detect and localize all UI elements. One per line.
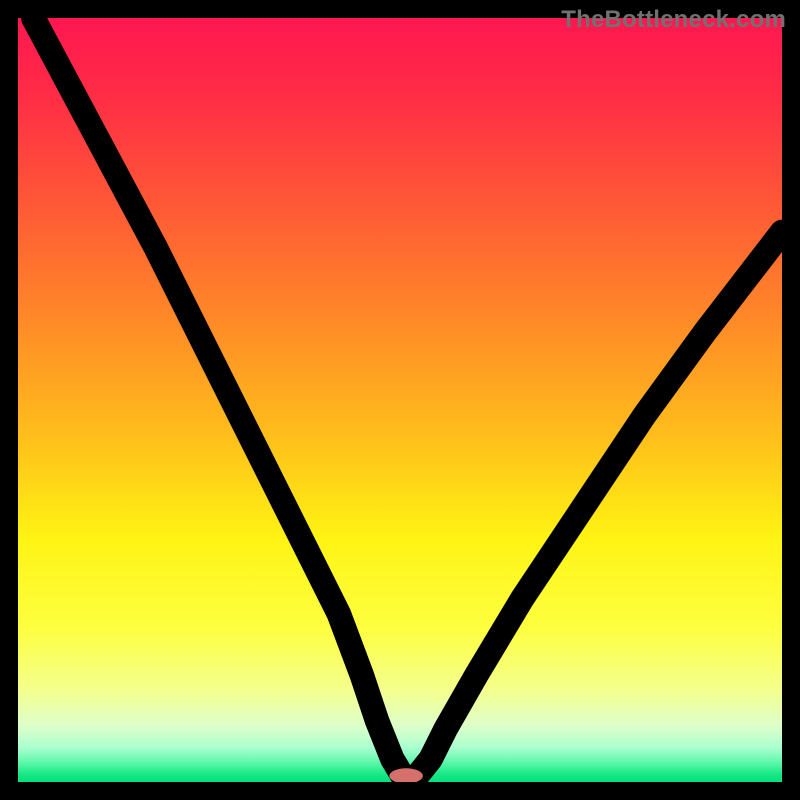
chart-frame: TheBottleneck.com — [0, 0, 800, 800]
bottleneck-chart — [18, 18, 782, 782]
watermark-text: TheBottleneck.com — [561, 6, 786, 34]
